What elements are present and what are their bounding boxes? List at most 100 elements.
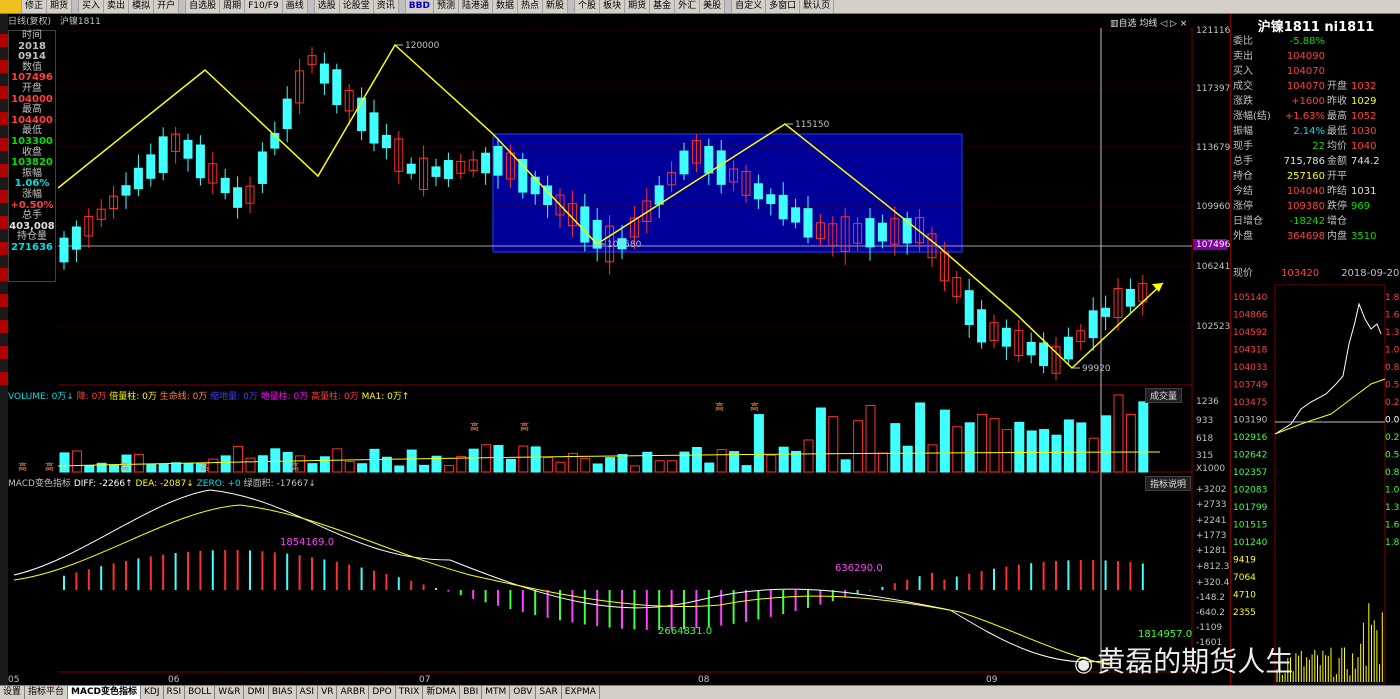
candle-body <box>369 112 379 144</box>
info-label: 开盘 <box>22 82 42 94</box>
indicator-tab[interactable]: MACD变色指标 <box>68 686 142 699</box>
macd-axis-label: +2733 <box>1196 500 1226 510</box>
quote-value: 1040 <box>1351 141 1377 152</box>
quote-value: -18242 <box>1289 216 1325 227</box>
volume-axis-label: 1236 <box>1196 397 1219 407</box>
indicator-tab[interactable]: VR <box>318 686 338 699</box>
indicator-tab[interactable]: BOLL <box>185 686 216 699</box>
high-volume-label: 高 <box>520 421 529 433</box>
watermark-text: 黄磊的期货人生 <box>1097 645 1294 678</box>
info-label: 时间 <box>22 30 42 41</box>
kline-chart[interactable]: 121116 117397 113679 109960 107496 106241 1025… <box>0 0 1230 685</box>
candle-body <box>977 309 987 343</box>
candle-body <box>716 150 726 185</box>
intraday-pct-label: 1.89 <box>1385 293 1400 303</box>
intraday-price-label: 104592 <box>1233 328 1267 338</box>
candle-body <box>319 63 329 84</box>
macd-axis-label: -1109 <box>1196 623 1222 633</box>
candle-body <box>406 163 416 174</box>
date-axis-label: 09 <box>986 675 998 685</box>
indicator-tab[interactable]: ASI <box>296 686 319 699</box>
intraday-pct-label: 0.54 <box>1385 451 1400 461</box>
quote-label: 昨结 <box>1327 186 1347 197</box>
quote-value: 3510 <box>1351 231 1377 242</box>
volume-selector[interactable]: 成交量 <box>1145 388 1183 403</box>
volume-bar <box>691 446 702 473</box>
volume-bar <box>840 459 851 473</box>
volume-bar <box>592 463 603 473</box>
candle-body <box>233 187 243 208</box>
indicator-tab[interactable]: EXPMA <box>561 686 600 699</box>
candle-body <box>195 144 205 179</box>
macd-axis-label: +320.4 <box>1196 578 1230 588</box>
price-axis-label: 107496 <box>1196 240 1230 250</box>
intraday-pct-label: 1.07 <box>1385 486 1400 496</box>
volume-bar <box>257 455 268 473</box>
intraday-price-label: 103475 <box>1233 398 1267 408</box>
volume-bar <box>530 446 541 473</box>
candle-body <box>158 136 168 173</box>
candle-body <box>1125 288 1135 307</box>
quote-value: 104040 <box>1286 186 1325 197</box>
indicator-tab[interactable]: W&R <box>215 686 245 699</box>
candle-body <box>803 208 813 238</box>
date-axis-label: 08 <box>698 675 710 685</box>
candle-body <box>71 226 81 250</box>
candle-body <box>493 145 503 176</box>
intraday-price-label: 103190 <box>1233 416 1268 426</box>
quote-row: 振幅 2.14% 最低 1030 <box>1233 124 1376 139</box>
volume-bar <box>853 420 864 473</box>
volume-bar <box>964 422 975 473</box>
intraday-pct-label: 0.27 <box>1385 433 1400 443</box>
indicator-tab[interactable]: MTM <box>482 686 511 699</box>
indicator-tab[interactable]: BBI <box>460 686 483 699</box>
volume-bar <box>617 454 628 473</box>
indicator-tab[interactable]: BIAS <box>268 686 297 699</box>
indicator-tab[interactable]: 指标平台 <box>25 686 69 699</box>
price-axis-label: 106241 <box>1196 262 1230 272</box>
volume-bar <box>245 457 256 473</box>
volume-bar <box>208 458 219 473</box>
quote-row: 买入 104070 <box>1233 64 1325 79</box>
indicator-tab[interactable]: RSI <box>163 686 186 699</box>
quote-value: 1030 <box>1351 126 1377 137</box>
intraday-pct-label: 0.00 <box>1385 416 1400 426</box>
indicator-tab[interactable]: KDJ <box>141 686 164 699</box>
indicator-tab[interactable]: 新DMA <box>423 686 461 699</box>
quote-label: 跌停 <box>1327 201 1347 212</box>
high-volume-label: 高 <box>200 461 209 473</box>
volume-axis-label: 315 <box>1196 451 1213 461</box>
indicator-tab[interactable]: DMI <box>244 686 269 699</box>
trend-arrow <box>1152 283 1163 292</box>
candle-body <box>778 194 788 220</box>
indicator-tab-bar: 设置 指标平台 MACD变色指标 KDJ RSI BOLL W&R DMI BIAS ASI VR A… <box>0 685 1400 699</box>
intraday-chart[interactable]: 105140 104866 104592 104318 104033 103749 1034… <box>1231 284 1400 684</box>
indicator-tab[interactable]: 设置 <box>0 686 26 699</box>
volume-bar <box>1138 401 1149 473</box>
volume-bar <box>865 404 876 473</box>
candle-body <box>257 151 267 184</box>
high-volume-label: 高 <box>290 461 299 473</box>
indicator-tab[interactable]: ARBR <box>337 686 370 699</box>
indicator-tab[interactable]: OBV <box>510 686 537 699</box>
volume-bar <box>468 448 479 473</box>
volume-bar <box>518 445 529 473</box>
candle-body <box>877 222 887 242</box>
indicator-tab[interactable]: DPO <box>369 686 396 699</box>
intraday-pct-label: 0.81 <box>1385 363 1400 373</box>
candle-body <box>282 98 292 130</box>
quote-row: 委比 -5.88% <box>1233 34 1325 49</box>
quote-value: 1032 <box>1351 81 1377 92</box>
indicator-tab[interactable]: SAR <box>536 686 562 699</box>
quote-row: 外盘 364698 内盘 3510 <box>1233 229 1376 244</box>
candle-body <box>766 194 776 205</box>
indicator-help-button[interactable]: 指标说明 <box>1145 476 1192 491</box>
spot-value: 103420 <box>1281 268 1320 279</box>
quote-row: 涨幅(结) +1.63% 最高 1052 <box>1233 109 1376 124</box>
volume-bar <box>456 456 467 473</box>
macd-legend-item: DEA: -2087↓ <box>135 479 197 489</box>
volume-bar <box>890 423 901 473</box>
volume-bar <box>133 453 144 473</box>
indicator-tab[interactable]: TRIX <box>395 686 424 699</box>
volume-bar <box>605 457 616 473</box>
